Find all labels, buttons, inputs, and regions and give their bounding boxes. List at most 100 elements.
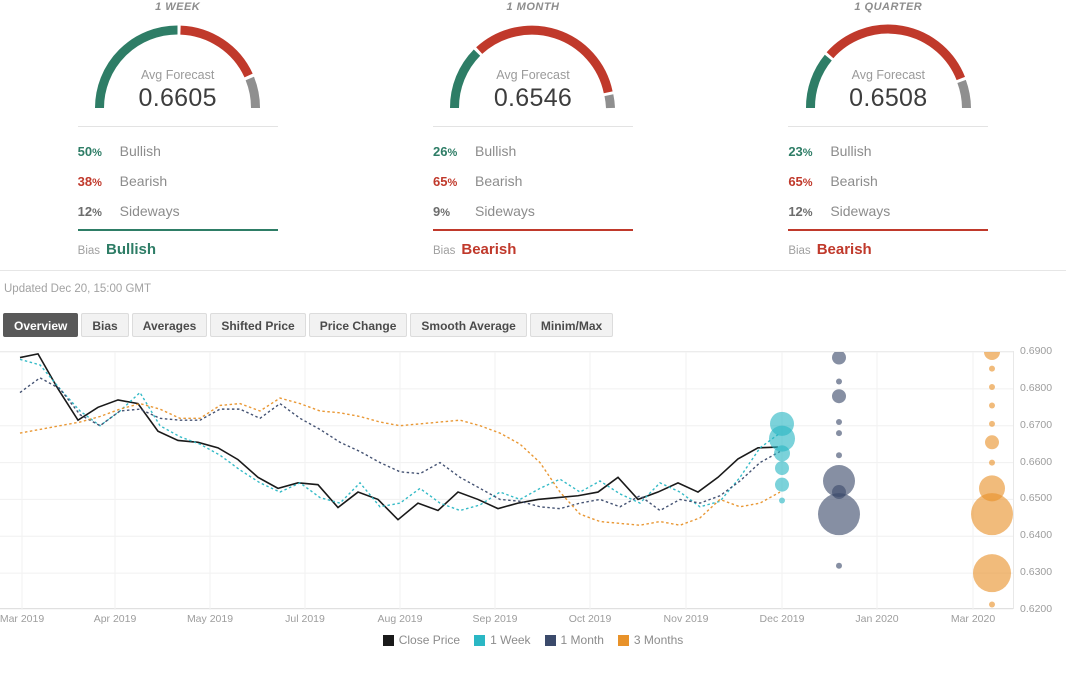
- tab-smooth-average[interactable]: Smooth Average: [410, 313, 527, 337]
- forecast-bubble[interactable]: [779, 497, 785, 504]
- forecast-bubble[interactable]: [774, 445, 790, 462]
- forecast-bubble[interactable]: [971, 493, 1013, 536]
- bias-row: Bias Bearish: [788, 231, 988, 258]
- stat-label: Sideways: [474, 203, 535, 219]
- tab-averages[interactable]: Averages: [131, 313, 208, 337]
- legend-label: 1 Month: [560, 633, 604, 647]
- stat-pct-sign: %: [447, 177, 458, 189]
- stat-row-sideways: 9% Sideways: [433, 196, 633, 226]
- stat-pct-value: 38: [77, 174, 93, 189]
- gauge-1-week: Avg Forecast 0.6605: [90, 17, 265, 113]
- stat-label: Bullish: [474, 143, 517, 159]
- chart-series-line: [19, 352, 779, 521]
- legend-item[interactable]: 1 Week: [474, 633, 531, 647]
- stat-row-sideways: 12% Sideways: [788, 196, 988, 226]
- forecast-bubble[interactable]: [836, 419, 842, 426]
- stat-pct-sign: %: [92, 147, 102, 159]
- forecast-bubble[interactable]: [989, 402, 995, 409]
- tab-minim-max[interactable]: Minim/Max: [529, 313, 614, 337]
- x-axis-tick-label: Jul 2019: [285, 613, 325, 625]
- y-axis-tick-label: 0.6300: [1020, 566, 1053, 579]
- stat-pct-sign: %: [92, 207, 102, 219]
- stat-label: Sideways: [830, 203, 891, 219]
- bias-value: Bullish: [106, 241, 157, 258]
- x-axis-tick-label: May 2019: [186, 613, 234, 625]
- gauge-1-quarter: Avg Forecast 0.6508: [801, 17, 976, 113]
- panel-title: 1 QUARTER: [854, 1, 923, 13]
- legend-swatch: [382, 634, 394, 646]
- stats-block: 26% Bullish 65% Bearish 9% Sideways Bias…: [432, 126, 633, 258]
- forecast-panel-1-quarter: 1 QUARTER Avg Forecast 0.6508 23% Bullis…: [711, 0, 1066, 270]
- forecast-bubble[interactable]: [836, 378, 842, 385]
- gauge-center-text: Avg Forecast 0.6605: [90, 67, 265, 113]
- stat-row-bullish: 23% Bullish: [788, 136, 988, 166]
- forecast-bubble[interactable]: [775, 461, 789, 476]
- legend-item[interactable]: Close Price: [382, 633, 460, 647]
- bias-value: Bearish: [816, 241, 872, 258]
- chart-svg: [0, 352, 1013, 610]
- legend-swatch: [544, 634, 556, 646]
- x-axis-tick-label: Mar 2019: [0, 613, 45, 625]
- forecast-bubble[interactable]: [836, 430, 842, 437]
- x-axis-tick-label: Jan 2020: [855, 613, 899, 625]
- stat-pct-sign: %: [802, 177, 813, 189]
- y-axis-tick-label: 0.6200: [1020, 603, 1053, 615]
- chart-plot-area[interactable]: [0, 351, 1013, 610]
- forecast-bubble[interactable]: [989, 601, 995, 608]
- gauge-label: Avg Forecast: [140, 68, 215, 82]
- chart-tab-bar: Overview Bias Averages Shifted Price Price C…: [0, 313, 1066, 351]
- stat-pct-value: 12: [788, 204, 803, 219]
- legend-item[interactable]: 1 Month: [544, 633, 604, 647]
- forecast-bubble[interactable]: [989, 459, 995, 466]
- panel-title: 1 MONTH: [506, 1, 560, 13]
- tab-overview[interactable]: Overview: [3, 313, 79, 337]
- gauge-1-month: Avg Forecast 0.6546: [445, 17, 620, 113]
- bias-row: Bias Bullish: [78, 231, 278, 258]
- tab-bias[interactable]: Bias: [81, 313, 129, 337]
- forecast-bubble[interactable]: [775, 477, 789, 492]
- x-axis-tick-label: Aug 2019: [377, 613, 423, 625]
- gauge-label: Avg Forecast: [496, 68, 570, 82]
- y-axis-tick-label: 0.6600: [1020, 455, 1053, 468]
- forecast-bubble[interactable]: [989, 420, 995, 427]
- forecast-bubble[interactable]: [818, 493, 860, 536]
- stat-label: Bearish: [830, 173, 878, 189]
- updated-timestamp: Updated Dec 20, 15:00 GMT: [4, 283, 152, 295]
- stat-label: Bullish: [119, 143, 161, 159]
- forecast-bubble[interactable]: [973, 554, 1011, 593]
- tab-shifted-price[interactable]: Shifted Price: [210, 313, 306, 337]
- forecast-bubble[interactable]: [989, 365, 995, 372]
- stat-pct-sign: %: [92, 177, 102, 189]
- x-axis-tick-label: Nov 2019: [663, 613, 709, 625]
- stat-pct-sign: %: [802, 147, 813, 159]
- forecast-bubble[interactable]: [832, 352, 846, 365]
- forecast-bubble[interactable]: [836, 452, 842, 459]
- y-axis-tick-label: 0.6400: [1020, 529, 1053, 542]
- gauge-value: 0.6546: [493, 84, 573, 112]
- stat-pct-value: 65: [432, 174, 448, 189]
- stat-pct-value: 23: [788, 144, 803, 159]
- legend-label: 3 Months: [633, 633, 684, 647]
- forecast-bubble[interactable]: [832, 389, 846, 404]
- forecast-panel-1-month: 1 MONTH Avg Forecast 0.6546 26% Bullish …: [355, 0, 710, 270]
- forecast-panels-row: 1 WEEK Avg Forecast 0.6605 50% Bullish 3…: [0, 0, 1066, 270]
- forecast-bubble[interactable]: [989, 384, 995, 391]
- forecast-bubble[interactable]: [984, 352, 1000, 360]
- x-axis-tick-label: Oct 2019: [568, 613, 612, 625]
- forecast-bubble[interactable]: [836, 562, 842, 569]
- legend-item[interactable]: 3 Months: [617, 633, 684, 647]
- y-axis-tick-label: 0.6900: [1020, 345, 1053, 357]
- stat-row-bearish: 38% Bearish: [78, 166, 278, 196]
- stat-pct-value: 12: [77, 204, 93, 219]
- stat-pct-sign: %: [440, 207, 450, 219]
- forecast-bubble[interactable]: [985, 435, 999, 450]
- stat-pct-value: 65: [788, 174, 803, 189]
- x-axis-tick-label: Apr 2019: [93, 613, 137, 625]
- tab-price-change[interactable]: Price Change: [308, 313, 408, 337]
- bias-value: Bearish: [461, 241, 517, 258]
- y-axis-tick-label: 0.6800: [1020, 381, 1053, 394]
- stat-pct-value: 50: [77, 144, 93, 159]
- gauge-center-text: Avg Forecast 0.6508: [801, 67, 976, 113]
- stat-label: Bearish: [474, 173, 523, 189]
- bias-row: Bias Bearish: [433, 231, 633, 258]
